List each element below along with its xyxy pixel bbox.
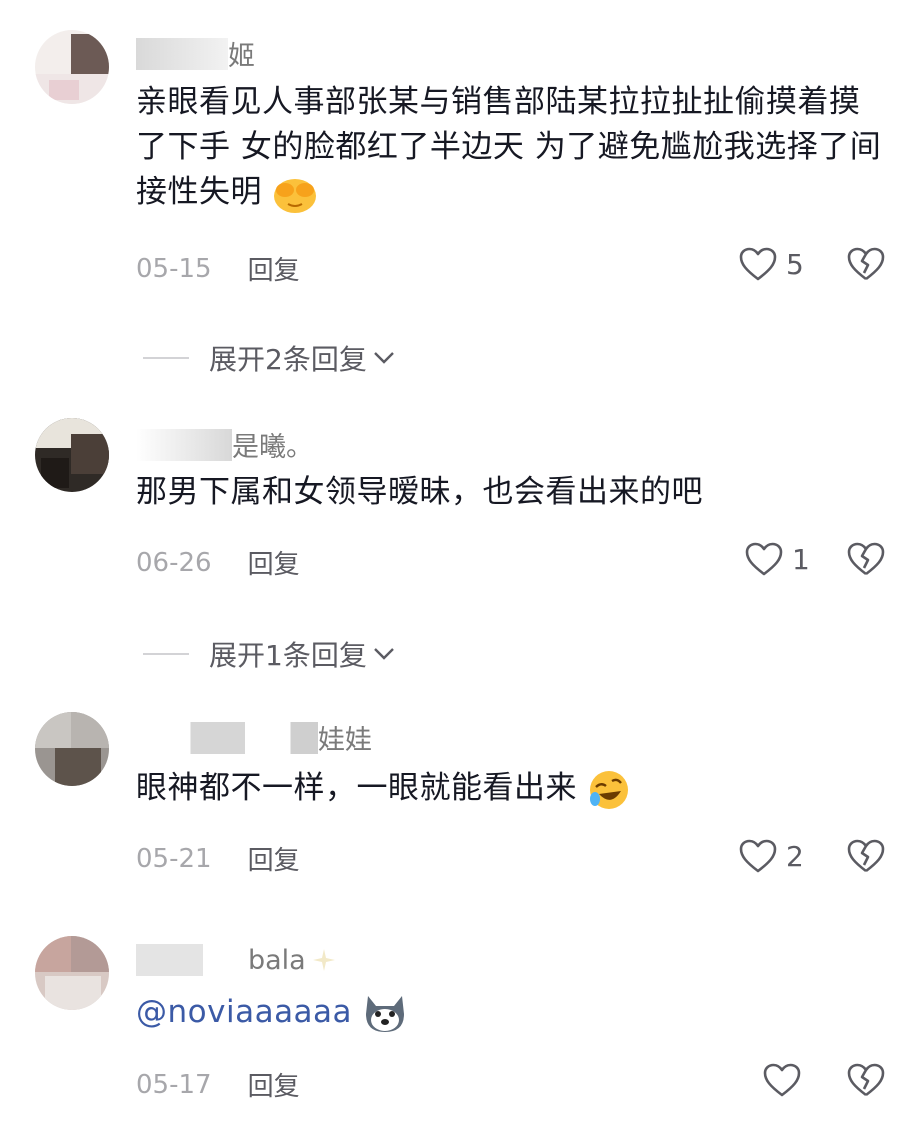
husky-dog-emoji <box>366 995 405 1032</box>
reply-button[interactable]: 回复 <box>248 840 300 877</box>
reply-button[interactable]: 回复 <box>248 544 300 581</box>
broken-heart-icon <box>847 839 885 873</box>
like-count: 5 <box>786 247 804 281</box>
rolling-laughing-emoji <box>590 770 629 809</box>
broken-heart-icon <box>847 542 885 576</box>
chevron-down-icon <box>373 648 394 660</box>
expand-label: 展开2条回复 <box>209 343 367 376</box>
username-mask <box>136 37 228 70</box>
heart-icon <box>745 542 783 576</box>
divider-line <box>143 653 189 655</box>
like-button[interactable]: 1 <box>744 541 810 577</box>
username-mask <box>136 428 232 461</box>
avatar[interactable] <box>35 30 109 104</box>
expand-label: 展开1条回复 <box>209 639 367 672</box>
mention-link[interactable]: @noviaaaaaa <box>136 994 352 1030</box>
comment-date: 05-15 <box>136 253 212 284</box>
comment-date: 05-17 <box>136 1069 212 1100</box>
comment-meta: 05-15 回复 <box>136 250 300 287</box>
like-button[interactable] <box>762 1062 802 1098</box>
like-count: 1 <box>792 542 810 576</box>
avatar[interactable] <box>35 418 109 492</box>
comment-body: 那男下属和女领导暧昧，也会看出来的吧 <box>136 474 703 510</box>
divider-line <box>143 357 189 359</box>
heart-icon <box>739 247 777 281</box>
username[interactable]: 娃娃 <box>136 718 372 757</box>
comment-body: 亲眼看见人事部张某与销售部陆某拉拉扯扯偷摸着摸了下手 女的脸都红了半边天 为了避… <box>136 84 882 210</box>
username-mask <box>136 721 318 754</box>
comment-text: 亲眼看见人事部张某与销售部陆某拉拉扯扯偷摸着摸了下手 女的脸都红了半边天 为了避… <box>136 80 882 215</box>
like-button[interactable]: 5 <box>738 246 804 282</box>
heart-icon <box>739 839 777 873</box>
dislike-button[interactable] <box>846 246 886 286</box>
face-covering-eyes-emoji <box>274 178 317 213</box>
like-button[interactable]: 2 <box>738 838 804 874</box>
comment-text: @noviaaaaaa <box>136 990 882 1036</box>
dislike-button[interactable] <box>846 1062 886 1102</box>
comment-body: 眼神都不一样，一眼就能看出来 <box>136 770 577 806</box>
comment-date: 06-26 <box>136 547 212 578</box>
broken-heart-icon <box>847 247 885 281</box>
comment-date: 05-21 <box>136 843 212 874</box>
comment-text: 眼神都不一样，一眼就能看出来 <box>136 766 882 811</box>
sparkle-icon <box>312 949 335 971</box>
comment-meta: 05-21 回复 <box>136 840 300 877</box>
reply-button[interactable]: 回复 <box>248 1066 300 1103</box>
username-text: 姬 <box>228 41 255 72</box>
heart-icon <box>763 1063 801 1097</box>
username[interactable]: 姬 <box>136 34 255 73</box>
dislike-button[interactable] <box>846 838 886 878</box>
comment-meta: 06-26 回复 <box>136 544 300 581</box>
username-text: 是曦。 <box>232 432 313 463</box>
avatar[interactable] <box>35 936 109 1010</box>
username[interactable]: bala <box>136 944 338 976</box>
chevron-down-icon <box>373 352 394 364</box>
expand-replies-button[interactable]: 展开1条回复 <box>143 634 395 674</box>
broken-heart-icon <box>847 1063 885 1097</box>
expand-replies-button[interactable]: 展开2条回复 <box>143 338 395 378</box>
comment-meta: 05-17 回复 <box>136 1066 300 1103</box>
dislike-button[interactable] <box>846 541 886 581</box>
like-count: 2 <box>786 839 804 873</box>
avatar[interactable] <box>35 712 109 786</box>
username-text: 娃娃 <box>318 725 372 756</box>
username-mask <box>136 944 248 976</box>
username-text: bala <box>248 944 306 976</box>
comment-text: 那男下属和女领导暧昧，也会看出来的吧 <box>136 470 882 515</box>
reply-button[interactable]: 回复 <box>248 250 300 287</box>
username[interactable]: 是曦。 <box>136 425 313 464</box>
